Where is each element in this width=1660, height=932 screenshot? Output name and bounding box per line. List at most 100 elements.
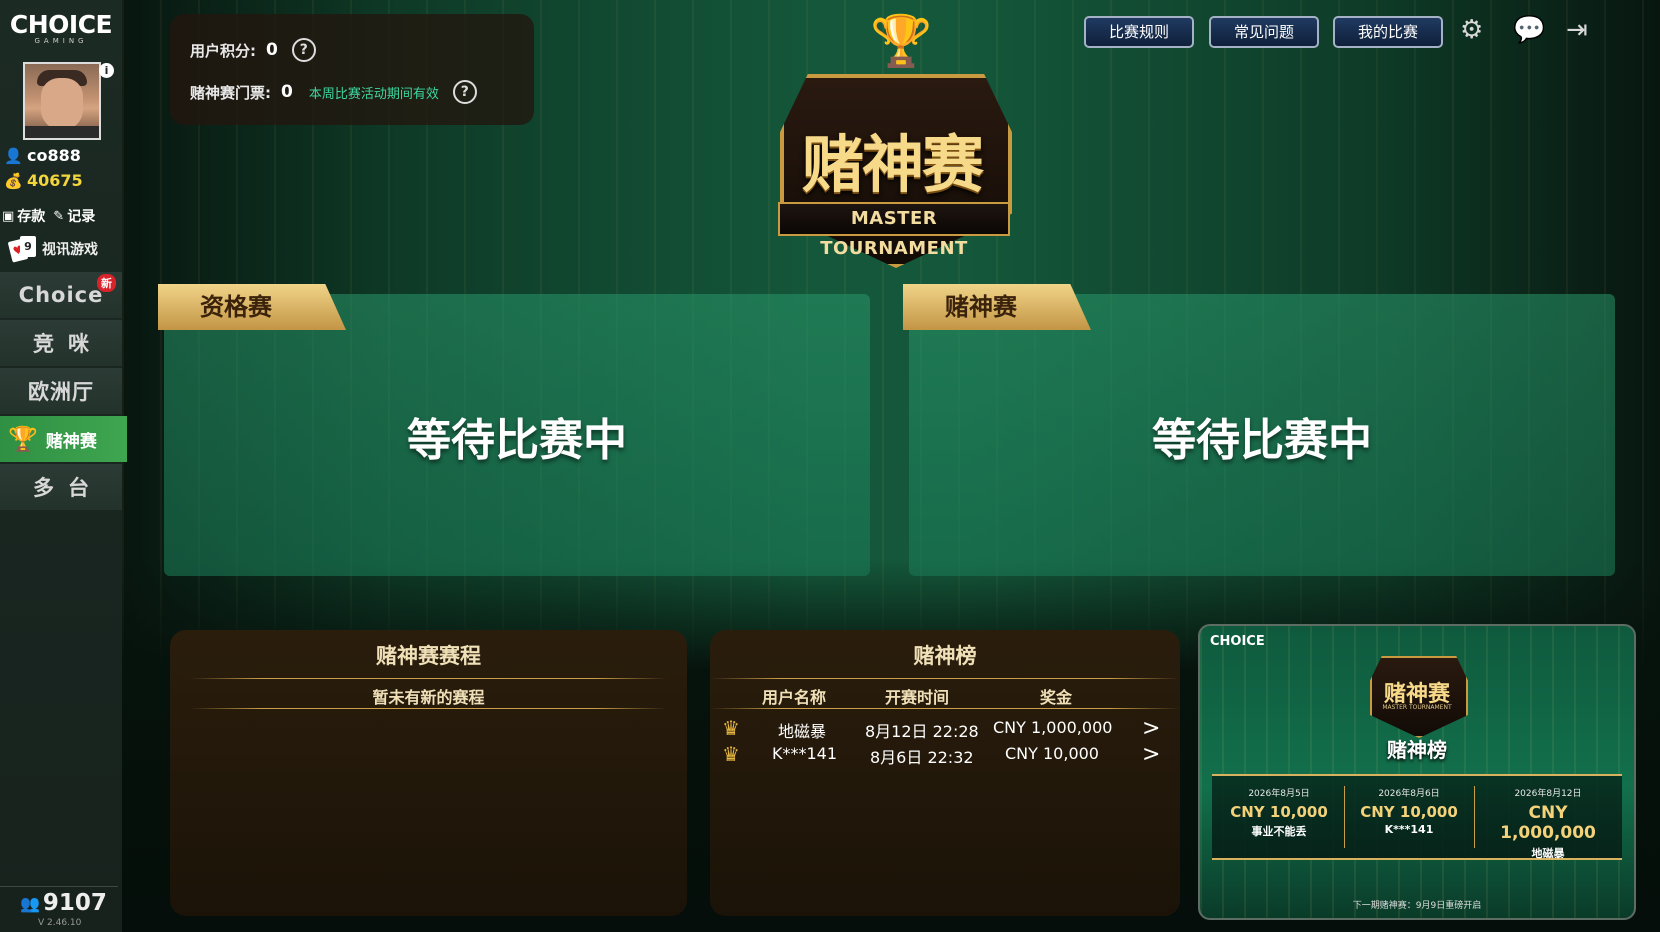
deposit-icon: ▣ (2, 208, 15, 224)
leaderboard-title: 赌神榜 (913, 644, 977, 668)
ticket-note: 本周比赛活动期间有效 (308, 86, 439, 102)
master-tournament-emblem: 🏆 赌神赛 MASTER TOURNAMENT (752, 12, 1032, 268)
username: co888 (27, 146, 81, 165)
ticket-value: 0 (281, 82, 293, 102)
promo-winners-band: 2026年8月5日 CNY 10,000 事业不能丢 2026年8月6日 CNY… (1212, 774, 1622, 860)
schedule-title: 赌神赛赛程 (376, 644, 481, 668)
leaderboard-time: 8月12日 22:28 (865, 722, 979, 741)
info-icon[interactable]: i (99, 63, 114, 78)
emblem-title: 赌神赛 (801, 128, 984, 201)
promo-entry: 2026年8月12日 CNY 1,000,000 地磁暴 (1478, 786, 1618, 861)
gear-icon[interactable]: ⚙ (1460, 15, 1483, 45)
sidebar-item-label: 竞咪 (33, 332, 103, 356)
schedule-empty-text: 暂未有新的赛程 (372, 688, 485, 707)
promo-entry-amount: CNY 1,000,000 (1500, 803, 1596, 843)
sidebar-item-multi-table[interactable]: 多台 (0, 464, 122, 510)
divider (1344, 786, 1345, 848)
choice-logo[interactable]: CHOICE GAMING (0, 10, 122, 45)
promo-entry-name: 事业不能丢 (1251, 825, 1307, 838)
table-row[interactable]: ♛ K***141 8月6日 22:32 CNY 10,000 > (710, 742, 1180, 768)
rules-button[interactable]: 比赛规则 (1084, 16, 1194, 48)
points-label: 用户积分: (190, 41, 256, 60)
column-header-prize: 奖金 (1040, 688, 1073, 707)
edit-icon: ✎ (53, 208, 65, 224)
divider (710, 708, 1180, 709)
user-points-box: 用户积分: 0 ? 赌神赛门票: 0 本周比赛活动期间有效 ? (170, 14, 534, 125)
leaderboard-user: K***141 (772, 744, 838, 763)
crown-icon: ♛ (722, 742, 740, 766)
records-button[interactable]: ✎ 记录 (53, 206, 95, 226)
promo-entry-amount: CNY 10,000 (1230, 803, 1328, 821)
emblem-subtitle: MASTER TOURNAMENT (778, 202, 1010, 259)
points-value: 0 (266, 40, 278, 60)
video-games-label: 视讯游戏 (42, 242, 98, 258)
promo-emblem-subtitle: MASTER TOURNAMENT (1382, 704, 1452, 711)
schedule-box: 赌神赛赛程 暂未有新的赛程 (170, 630, 687, 916)
sidebar-item-master-tournament[interactable]: 🏆 赌神赛 (0, 416, 127, 462)
points-row: 用户积分: 0 ? (190, 38, 316, 62)
master-tab: 赌神赛 (903, 284, 1091, 330)
sidebar-item-label: 欧洲厅 (28, 380, 94, 404)
deposit-label: 存款 (17, 209, 46, 225)
promo-entry: 2026年8月6日 CNY 10,000 K***141 (1350, 786, 1468, 836)
help-icon[interactable]: ? (452, 80, 477, 104)
sidebar: CHOICE GAMING i 👤 co888 💰 40675 ▣ 存款 ✎ 记… (0, 0, 127, 932)
chat-icon[interactable]: 💬 (1513, 15, 1545, 45)
account-actions: ▣ 存款 ✎ 记录 (2, 206, 95, 226)
user-icon: 👤 (4, 146, 23, 165)
promo-logo: CHOICE (1210, 634, 1265, 649)
promo-entry-name: 地磁暴 (1531, 847, 1565, 860)
faq-button[interactable]: 常见问题 (1209, 16, 1319, 48)
sidebar-item-europe-hall[interactable]: 欧洲厅 (0, 368, 122, 414)
sidebar-item-label: 赌神赛 (45, 431, 97, 452)
my-matches-button[interactable]: 我的比赛 (1333, 16, 1443, 48)
divider (710, 678, 1180, 679)
money-bag-icon: 💰 (4, 171, 23, 190)
logo-main-text: CHOICE (9, 10, 113, 39)
sidebar-item-choice[interactable]: Choice 新 (0, 272, 122, 318)
ticket-row: 赌神赛门票: 0 本周比赛活动期间有效 ? (190, 80, 477, 104)
sidebar-item-label: 多台 (33, 476, 103, 500)
sidebar-item-label: Choice (18, 283, 104, 307)
qualifier-tab: 资格赛 (158, 284, 346, 330)
promo-entry: 2026年8月5日 CNY 10,000 事业不能丢 (1220, 786, 1338, 839)
qualifier-panel[interactable]: 资格赛 等待比赛中 (158, 284, 870, 576)
master-panel[interactable]: 赌神赛 等待比赛中 (903, 284, 1615, 576)
trophy-icon: 🏆 (8, 425, 38, 453)
deposit-button[interactable]: ▣ 存款 (2, 206, 45, 226)
table-row[interactable]: ♛ 地磁暴 8月12日 22:28 CNY 1,000,000 > (710, 716, 1180, 742)
qualifier-status: 等待比赛中 (407, 415, 627, 466)
balance: 40675 (27, 171, 83, 190)
sidebar-divider (0, 886, 118, 887)
promo-entry-date: 2026年8月6日 (1378, 789, 1440, 799)
exit-icon[interactable]: ⇥ (1566, 15, 1588, 45)
promo-heading: 赌神榜 (1387, 738, 1447, 762)
new-badge: 新 (97, 274, 116, 292)
promo-entry-amount: CNY 10,000 (1360, 803, 1458, 821)
avatar[interactable] (23, 62, 101, 140)
sidebar-nav: Choice 新 竞咪 欧洲厅 🏆 赌神赛 多台 (0, 272, 127, 512)
promo-entry-date: 2026年8月5日 (1248, 789, 1310, 799)
sidebar-item-jingmi[interactable]: 竞咪 (0, 320, 122, 366)
crown-icon: ♛ (722, 716, 740, 740)
promo-entry-date: 2026年8月12日 (1514, 789, 1582, 799)
leaderboard-time: 8月6日 22:32 (870, 748, 974, 767)
master-status: 等待比赛中 (1152, 415, 1372, 466)
records-label: 记录 (67, 209, 96, 225)
help-icon[interactable]: ? (291, 38, 316, 62)
promo-banner[interactable]: CHOICE 赌神赛 MASTER TOURNAMENT 赌神榜 2026年8月… (1198, 624, 1636, 920)
promo-footer: 下一期赌神赛：9月9日重磅开启 (1352, 901, 1482, 911)
divider (190, 708, 667, 709)
username-row: 👤 co888 (4, 146, 81, 165)
version-label: V 2.46.10 (38, 918, 82, 928)
divider (1474, 786, 1475, 848)
leaderboard-prize: CNY 10,000 (1005, 744, 1099, 763)
ticket-label: 赌神赛门票: (190, 83, 271, 102)
chevron-right-icon[interactable]: > (1142, 742, 1160, 767)
promo-entry-name: K***141 (1384, 823, 1434, 836)
divider (190, 678, 667, 679)
chevron-right-icon[interactable]: > (1142, 716, 1160, 741)
leaderboard-prize: CNY 1,000,000 (993, 718, 1113, 737)
column-header-user: 用户名称 (762, 688, 827, 707)
video-games-button[interactable]: ♥ 9 视讯游戏 (7, 236, 98, 263)
